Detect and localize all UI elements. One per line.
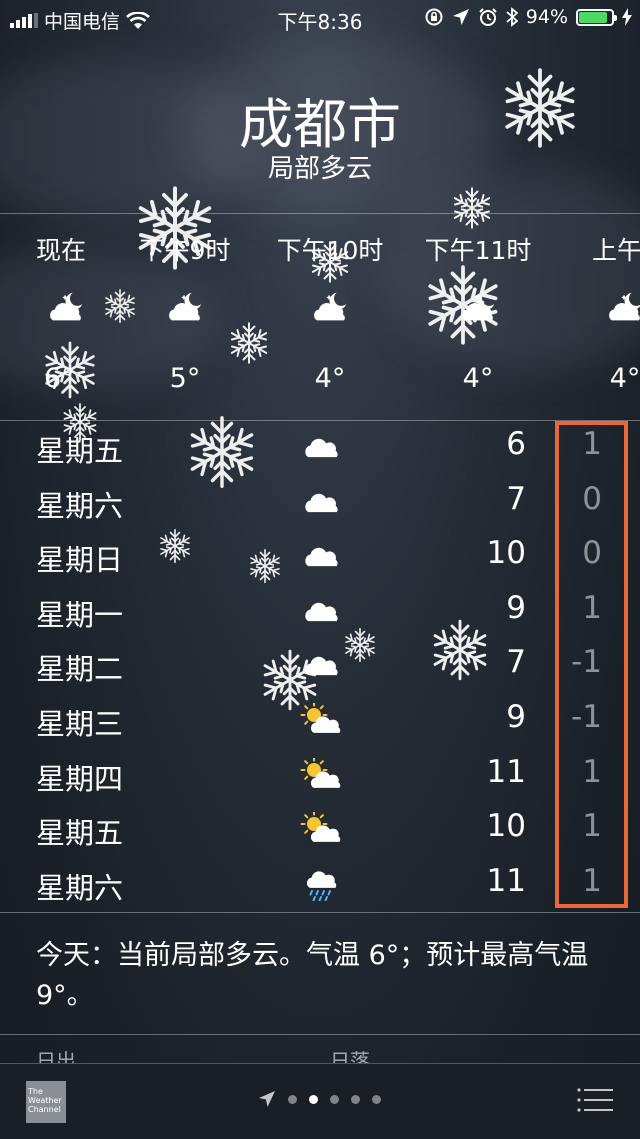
partly-cloudy-night-icon [50,292,83,321]
cloud-icon [305,657,338,676]
hourly-icon [46,290,86,324]
hourly-temp: 4° [462,363,494,394]
partly-cloudy-night-icon [314,292,347,321]
cloud-icon [305,493,338,512]
cloud-icon [305,602,338,621]
hourly-forecast[interactable]: 现在 6° 下午9时 5° 下午10时 4° 下午11时 4° 上午1 4° [0,215,640,420]
high-temp: 10 [486,808,526,845]
partly-sunny-icon [300,810,341,843]
daily-row: 星期四 11 1 [0,748,640,802]
day-weather-icon [300,701,342,737]
day-weather-icon [300,539,342,573]
high-temp: 6 [506,426,526,462]
partly-sunny-icon [300,701,341,733]
day-weather-icon [300,810,342,846]
high-temp: 10 [486,535,526,572]
hourly-temp: 5° [169,363,201,394]
cloud-icon [305,438,338,458]
location-arrow-icon [452,9,469,25]
hourly-time: 下午9时 [139,236,231,265]
current-location-arrow-icon [259,1091,275,1107]
charging-bolt-icon [622,8,632,26]
details-section: 日出 日落 [0,1035,640,1063]
daily-row: 星期日 10 0 [0,529,640,583]
city-list-menu-icon[interactable] [577,1088,613,1112]
day-name: 星期五 [36,434,124,468]
page-dot[interactable] [288,1094,297,1104]
page-dot[interactable] [372,1094,381,1104]
page-indicator[interactable] [258,1090,381,1108]
high-temp: 11 [486,862,526,899]
page-dot[interactable] [330,1094,339,1104]
daily-row: 星期二 7 -1 [0,638,640,692]
day-name: 星期五 [36,816,124,851]
daily-row: 星期五 10 1 [0,802,640,856]
partly-cloudy-night-icon [462,292,495,321]
hourly-icon [605,290,640,324]
status-bar: 中国电信 下午8:36 94% [0,0,640,36]
day-name: 星期二 [36,652,124,687]
divider [0,912,640,913]
day-name: 星期六 [36,870,124,905]
day-name: 星期日 [36,543,124,578]
cloud-icon [305,547,338,567]
sunset-label: 日落 [330,1049,370,1063]
hourly-temp: 6° [44,363,75,394]
daily-row: 星期五 6 1 [0,420,640,474]
day-weather-icon [300,594,342,628]
hourly-time: 上午1 [592,236,640,265]
high-temp: 7 [506,480,526,517]
hourly-time: 下午11时 [424,236,532,265]
today-summary: 今天：当前局部多云。气温 6°；预计最高气温 9°。 [36,940,589,1011]
sunrise-label: 日出 [36,1049,76,1063]
bottom-toolbar: The Weather Channel [0,1063,640,1139]
day-name: 星期六 [36,488,124,523]
daily-row: 星期一 9 1 [0,584,640,638]
high-temp: 9 [506,589,526,626]
partly-sunny-icon [300,756,341,788]
battery-icon [576,8,617,26]
day-name: 星期三 [36,707,124,741]
hourly-icon [165,290,205,324]
daily-row: 星期六 11 1 [0,857,640,911]
current-condition: 局部多云 [267,154,372,184]
page-dot[interactable] [351,1094,360,1104]
day-weather-icon [300,485,342,519]
hourly-temp: 4° [314,363,346,394]
hourly-time: 现在 [36,236,87,265]
day-weather-icon [300,430,342,464]
rain-icon [306,871,337,902]
hourly-temp: 4° [609,363,640,394]
weather-channel-logo[interactable]: The Weather Channel [26,1081,66,1123]
alarm-icon [479,8,497,26]
high-temp: 9 [506,699,526,735]
day-weather-icon [300,648,342,682]
partly-cloudy-night-icon [609,292,640,321]
high-temp: 7 [506,644,526,681]
partly-cloudy-night-icon [169,292,202,321]
hourly-icon [310,290,350,324]
hourly-time: 下午10时 [276,236,384,265]
divider [0,213,640,214]
high-temp: 11 [486,753,526,790]
daily-row: 星期六 7 0 [0,475,640,529]
daily-row: 星期三 9 -1 [0,693,640,747]
day-name: 星期四 [36,761,124,796]
day-weather-icon [300,756,342,792]
low-temperature-highlight-box [555,421,628,908]
bluetooth-icon [506,7,518,27]
battery-percent: 94% [525,6,568,28]
hourly-icon [458,290,498,324]
page-dot[interactable] [309,1094,318,1104]
day-weather-icon [300,867,342,902]
day-name: 星期一 [36,597,124,632]
orientation-lock-icon [425,8,443,26]
